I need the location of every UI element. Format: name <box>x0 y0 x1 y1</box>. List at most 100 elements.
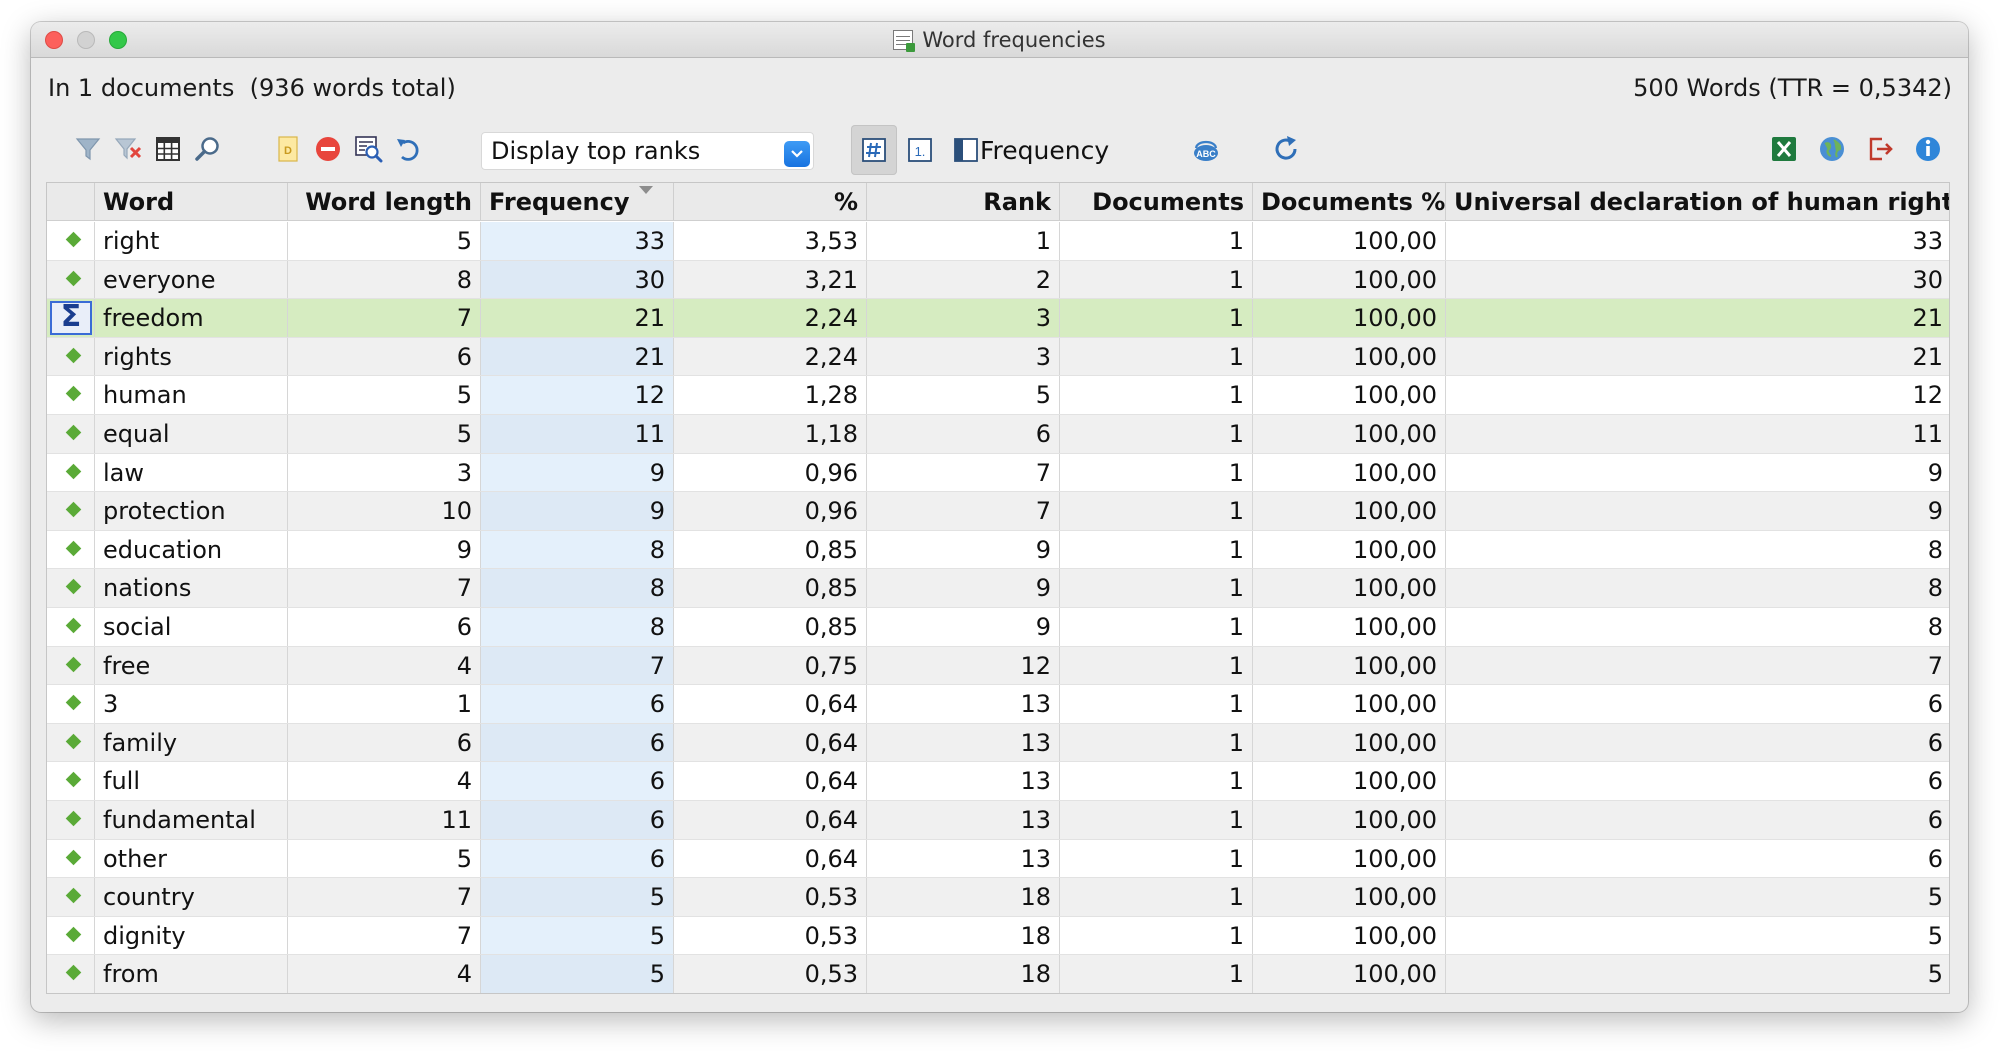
row-marker[interactable] <box>47 492 94 531</box>
chevron-down-icon[interactable] <box>784 141 810 167</box>
header-documents[interactable]: Documents <box>1059 183 1252 221</box>
refresh-icon[interactable] <box>1269 132 1303 166</box>
sigma-icon[interactable]: Σ <box>50 301 92 336</box>
cell-rank: 9 <box>866 608 1059 647</box>
cell-documents: 1 <box>1059 608 1252 647</box>
row-marker[interactable] <box>47 878 94 917</box>
undo-icon[interactable] <box>391 132 425 166</box>
row-marker[interactable] <box>47 724 94 763</box>
clear-filter-icon[interactable] <box>111 132 145 166</box>
cell-percent: 0,96 <box>673 492 866 531</box>
hash-view-icon[interactable] <box>851 125 897 175</box>
row-marker[interactable]: Σ <box>47 299 94 338</box>
cell-udhr: 30 <box>1445 260 1949 300</box>
row-marker[interactable] <box>47 261 94 300</box>
header-percent[interactable]: % <box>673 183 866 221</box>
cell-rank: 9 <box>866 530 1059 570</box>
search-results-icon[interactable] <box>351 132 385 166</box>
cell-frequency: 8 <box>480 530 673 570</box>
cell-documents: 1 <box>1059 646 1252 686</box>
cell-percent: 0,53 <box>673 916 866 956</box>
table-row[interactable]: right 5 33 3,53 1 1 100,00 33 <box>47 222 1949 261</box>
document-icon[interactable]: D <box>271 132 305 166</box>
table-row[interactable]: rights 6 21 2,24 3 1 100,00 21 <box>47 337 1949 377</box>
row-marker[interactable] <box>47 376 94 415</box>
filter-icon[interactable] <box>71 132 105 166</box>
spell-check-icon[interactable]: ABC <box>1189 132 1223 166</box>
table-row[interactable]: dignity 7 5 0,53 18 1 100,00 5 <box>47 916 1949 956</box>
cell-frequency: 6 <box>480 685 673 724</box>
header-rank[interactable]: Rank <box>866 183 1059 221</box>
table-row[interactable]: equal 5 11 1,18 6 1 100,00 11 <box>47 415 1949 454</box>
row-marker[interactable] <box>47 569 94 608</box>
table-row[interactable]: family 6 6 0,64 13 1 100,00 6 <box>47 723 1949 763</box>
cell-word-length: 9 <box>287 530 480 570</box>
cell-word: rights <box>94 337 287 377</box>
cell-rank: 13 <box>866 801 1059 840</box>
cell-word: family <box>94 723 287 763</box>
table-row[interactable]: protection 10 9 0,96 7 1 100,00 9 <box>47 492 1949 531</box>
row-marker[interactable] <box>47 608 94 647</box>
excel-export-icon[interactable] <box>1767 132 1801 166</box>
table-row[interactable]: everyone 8 30 3,21 2 1 100,00 30 <box>47 260 1949 300</box>
rank-view-icon[interactable]: 1. <box>897 125 943 175</box>
info-icon[interactable] <box>1911 132 1945 166</box>
row-marker[interactable] <box>47 801 94 840</box>
row-marker[interactable] <box>47 762 94 801</box>
table-row[interactable]: 3 1 6 0,64 13 1 100,00 6 <box>47 685 1949 724</box>
row-marker[interactable] <box>47 338 94 377</box>
row-marker[interactable] <box>47 454 94 493</box>
header-word-length[interactable]: Word length <box>287 183 480 221</box>
cell-udhr: 5 <box>1445 916 1949 956</box>
table-row[interactable]: Σfreedom 7 21 2,24 3 1 100,00 21 <box>47 299 1949 338</box>
cell-word: equal <box>94 415 287 454</box>
row-marker[interactable] <box>47 840 94 879</box>
table-row[interactable]: from 4 5 0,53 18 1 100,00 5 <box>47 955 1949 993</box>
cell-percent: 0,64 <box>673 839 866 879</box>
table-row[interactable]: human 5 12 1,28 5 1 100,00 12 <box>47 376 1949 415</box>
frequency-table[interactable]: Word Word length Frequency % Rank Docume… <box>46 182 1950 994</box>
cell-rank: 18 <box>866 955 1059 993</box>
row-marker[interactable] <box>47 955 94 993</box>
table-row[interactable]: other 5 6 0,64 13 1 100,00 6 <box>47 839 1949 879</box>
delete-icon[interactable] <box>311 132 345 166</box>
diamond-bullet-icon <box>65 656 82 672</box>
cell-word-length: 11 <box>287 801 480 840</box>
table-row[interactable]: free 4 7 0,75 12 1 100,00 7 <box>47 646 1949 686</box>
table-row[interactable]: country 7 5 0,53 18 1 100,00 5 <box>47 878 1949 917</box>
search-icon[interactable] <box>191 132 225 166</box>
row-marker[interactable] <box>47 222 94 261</box>
cell-word-length: 3 <box>287 453 480 493</box>
table-row[interactable]: fundamental 11 6 0,64 13 1 100,00 6 <box>47 801 1949 840</box>
table-row[interactable]: full 4 6 0,64 13 1 100,00 6 <box>47 762 1949 801</box>
cell-word-length: 7 <box>287 916 480 956</box>
export-icon[interactable] <box>1863 132 1897 166</box>
table-row[interactable]: social 6 8 0,85 9 1 100,00 8 <box>47 608 1949 647</box>
table-row[interactable]: nations 7 8 0,85 9 1 100,00 8 <box>47 569 1949 608</box>
cell-documents: 1 <box>1059 530 1252 570</box>
header-udhr[interactable]: Universal declaration of human rights <box>1445 183 1949 221</box>
cell-documents-percent: 100,00 <box>1252 569 1445 608</box>
display-select[interactable]: Display top ranks <box>481 132 814 170</box>
row-marker[interactable] <box>47 917 94 956</box>
cell-documents-percent: 100,00 <box>1252 839 1445 879</box>
title-bar[interactable]: Word frequencies <box>31 22 1968 58</box>
header-documents-percent[interactable]: Documents % <box>1252 183 1445 221</box>
row-marker[interactable] <box>47 647 94 686</box>
cell-documents: 1 <box>1059 723 1252 763</box>
row-marker[interactable] <box>47 415 94 454</box>
table-row[interactable]: law 3 9 0,96 7 1 100,00 9 <box>47 453 1949 493</box>
web-export-icon[interactable] <box>1815 132 1849 166</box>
cell-percent: 0,53 <box>673 878 866 917</box>
cell-udhr: 6 <box>1445 801 1949 840</box>
columns-icon[interactable] <box>151 132 185 166</box>
row-marker[interactable] <box>47 531 94 570</box>
header-frequency[interactable]: Frequency <box>480 183 673 221</box>
table-row[interactable]: education 9 8 0,85 9 1 100,00 8 <box>47 530 1949 570</box>
cell-udhr: 33 <box>1445 222 1949 261</box>
header-marker <box>47 183 94 221</box>
header-word[interactable]: Word <box>94 183 287 221</box>
row-marker[interactable] <box>47 685 94 724</box>
cell-frequency: 21 <box>480 337 673 377</box>
cell-percent: 0,96 <box>673 453 866 493</box>
